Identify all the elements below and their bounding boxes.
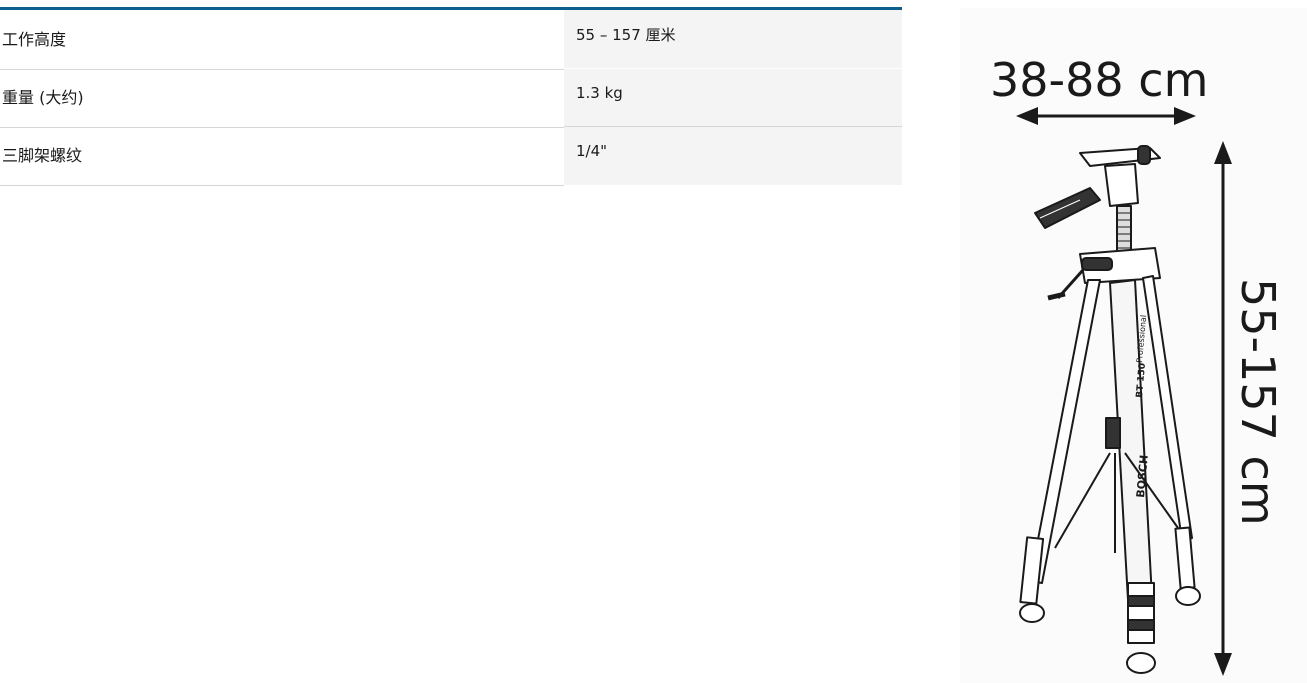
spec-row-weight: 1.3 kg 重量 (大约) [0,69,902,128]
spec-row-working-height: 55 – 157 厘米 工作高度 [0,10,902,70]
tripod-icon [1019,145,1201,674]
width-arrow-icon [1016,107,1196,125]
brand-label: BOSCH [1134,454,1151,498]
row-divider [0,185,564,186]
spec-value-cell: 55 – 157 厘米 [564,10,902,68]
spec-value: 1.3 kg [576,84,623,102]
height-arrow-icon [1214,141,1232,676]
spec-value-cell: 1/4" [564,127,902,185]
model-label: BT 150 [1135,363,1148,399]
tripod-product-image: 38-88 cm 55-157 cm BOSCH BT 150 Professi… [960,8,1307,683]
spec-row-tripod-thread: 1/4" 三脚架螺纹 [0,127,902,186]
spec-value: 1/4" [576,142,608,160]
width-dimension-label: 38-88 cm [990,53,1208,107]
height-dimension-label: 55-157 cm [1231,278,1285,526]
spec-label: 工作高度 [2,30,67,49]
spec-label: 三脚架螺纹 [2,146,83,165]
spec-value-cell: 1.3 kg [564,69,902,127]
spec-label: 重量 (大约) [2,88,84,107]
spec-value: 55 – 157 厘米 [576,26,676,44]
tripod-illustration: 38-88 cm 55-157 cm BOSCH BT 150 Professi… [990,53,1285,676]
